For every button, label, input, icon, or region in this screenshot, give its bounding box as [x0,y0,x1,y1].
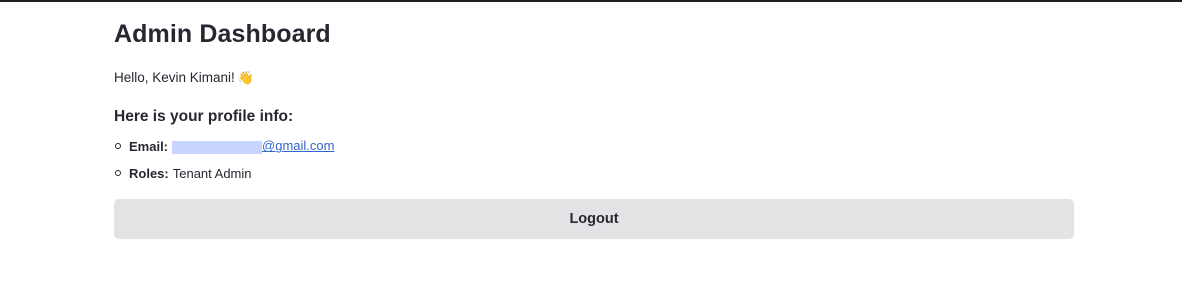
email-domain: @gmail.com [262,138,335,154]
page-title: Admin Dashboard [114,20,331,48]
top-border [0,0,1182,2]
roles-label: Roles: [129,165,169,181]
waving-hand-icon: 👋 [237,70,254,85]
logout-button[interactable]: Logout [114,199,1074,239]
profile-heading: Here is your profile info: [114,108,294,125]
bullet-icon [115,170,121,176]
roles-value: Tenant Admin [172,165,252,181]
redacted-block [172,140,263,154]
greeting-label: Hello, Kevin Kimani! [114,70,235,85]
greeting-text: Hello, Kevin Kimani! 👋 [114,70,254,85]
list-item-roles: Roles: Tenant Admin [114,165,334,181]
profile-info-list: Email: @gmail.com Roles: Tenant Admin [114,138,334,181]
list-item-email: Email: @gmail.com [114,138,334,154]
email-link[interactable]: @gmail.com [172,138,335,154]
bullet-icon [115,143,121,149]
email-label: Email: [129,138,169,154]
